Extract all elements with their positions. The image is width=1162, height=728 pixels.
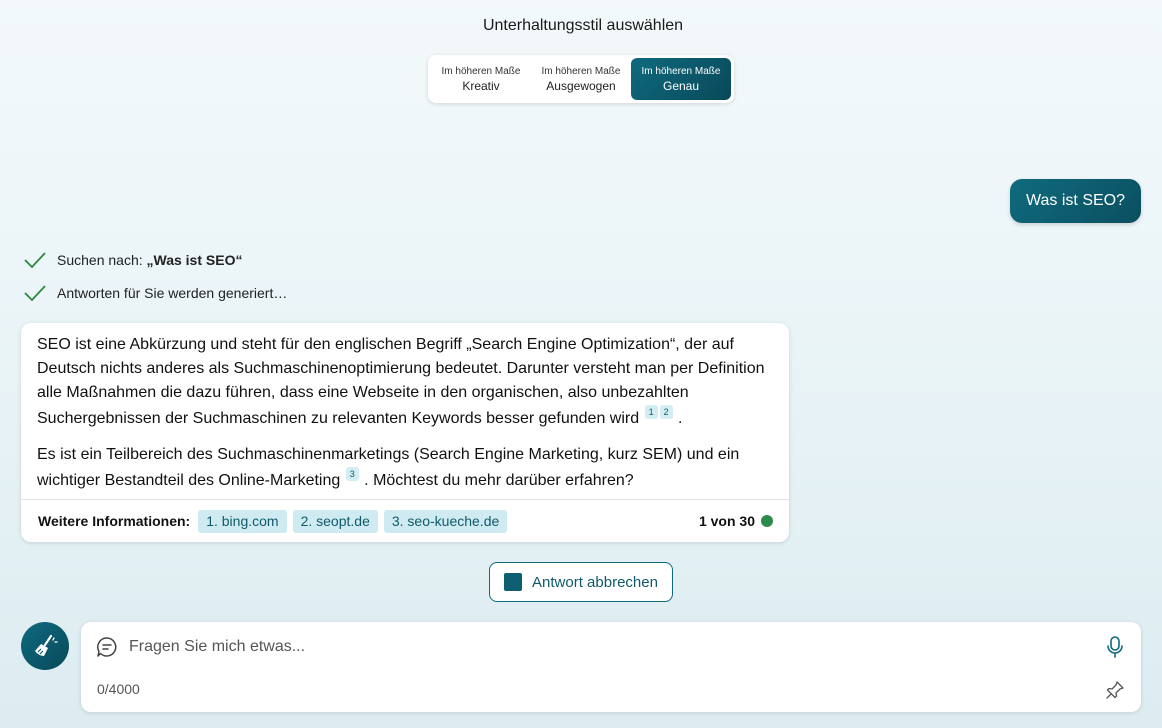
chat-input[interactable] bbox=[129, 636, 1089, 658]
progress-search: Suchen nach: „Was ist SEO“ bbox=[23, 250, 242, 270]
turn-counter: 1 von 30 bbox=[699, 513, 773, 529]
char-counter: 0/4000 bbox=[97, 681, 140, 697]
stop-icon bbox=[504, 573, 523, 591]
style-selector-title: Unterhaltungsstil auswählen bbox=[482, 17, 684, 34]
style-option-precise[interactable]: Im höheren Maße Genau bbox=[631, 58, 731, 100]
answer-card: SEO ist eine Abkürzung und steht für den… bbox=[21, 323, 789, 542]
microphone-icon[interactable] bbox=[1105, 635, 1125, 659]
answer-paragraph: Es ist ein Teilbereich des Suchmaschinen… bbox=[37, 443, 773, 493]
status-dot-icon bbox=[761, 515, 773, 527]
stop-responding-button[interactable]: Antwort abbrechen bbox=[489, 562, 673, 602]
progress-search-query: „Was ist SEO“ bbox=[146, 252, 243, 268]
progress-generating: Antworten für Sie werden generiert… bbox=[23, 283, 287, 303]
citation-badge[interactable]: 2 bbox=[659, 405, 673, 419]
new-topic-button[interactable] bbox=[21, 622, 69, 670]
citation-badge[interactable]: 1 bbox=[644, 405, 658, 419]
pin-icon[interactable] bbox=[1105, 680, 1125, 700]
answer-text: . Möchtest du mehr darüber erfahren? bbox=[364, 472, 634, 489]
answer-paragraph: SEO ist eine Abkürzung und steht für den… bbox=[37, 333, 773, 431]
citation-badge[interactable]: 3 bbox=[345, 467, 359, 481]
progress-generating-text: Antworten für Sie werden generiert… bbox=[57, 285, 288, 301]
answer-footer: Weitere Informationen: 1. bing.com 2. se… bbox=[21, 499, 789, 542]
style-option-label: Kreativ bbox=[462, 78, 500, 93]
conversation-style-picker: Im höheren Maße Kreativ Im höheren Maße … bbox=[428, 55, 734, 103]
source-link[interactable]: 2. seopt.de bbox=[292, 509, 378, 533]
style-option-creative[interactable]: Im höheren Maße Kreativ bbox=[431, 58, 531, 100]
more-info-label: Weitere Informationen: bbox=[38, 513, 191, 529]
broom-icon bbox=[35, 634, 58, 656]
user-message-bubble: Was ist SEO? bbox=[1010, 179, 1141, 223]
style-option-sub: Im höheren Maße bbox=[541, 65, 621, 77]
style-option-sub: Im höheren Maße bbox=[441, 65, 521, 77]
style-option-sub: Im höheren Maße bbox=[641, 65, 721, 77]
chat-bubble-icon bbox=[97, 637, 117, 657]
check-icon bbox=[24, 252, 46, 269]
style-option-label: Ausgewogen bbox=[546, 78, 616, 93]
style-option-label: Genau bbox=[662, 78, 700, 93]
answer-body: SEO ist eine Abkürzung und steht für den… bbox=[21, 323, 789, 493]
source-link[interactable]: 1. bing.com bbox=[198, 509, 287, 533]
style-option-balanced[interactable]: Im höheren Maße Ausgewogen bbox=[531, 58, 631, 100]
answer-text: . bbox=[678, 410, 683, 427]
stop-responding-label: Antwort abbrechen bbox=[532, 573, 658, 591]
chat-input-box: 0/4000 bbox=[81, 622, 1141, 712]
source-link[interactable]: 3. seo-kueche.de bbox=[383, 509, 508, 533]
check-icon bbox=[24, 285, 46, 302]
turn-counter-text: 1 von 30 bbox=[698, 513, 755, 529]
progress-search-prefix: Suchen nach: bbox=[57, 252, 143, 268]
